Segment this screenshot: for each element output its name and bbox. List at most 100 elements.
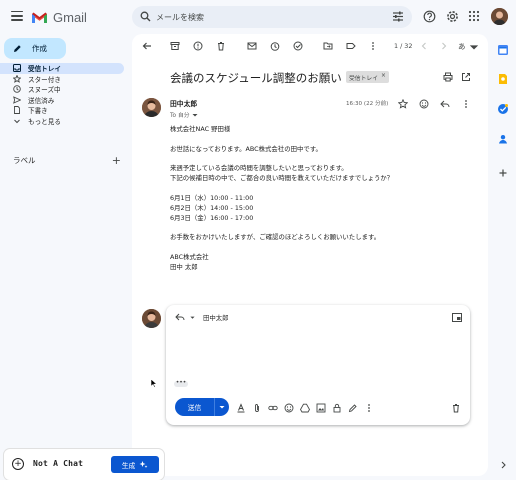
help-icon[interactable] xyxy=(423,10,436,23)
more-vert-icon[interactable] xyxy=(368,41,378,51)
search-bar[interactable]: メールを検索 xyxy=(132,6,412,28)
google-drive-icon[interactable] xyxy=(300,403,310,413)
show-side-panel-icon[interactable] xyxy=(500,461,507,469)
insert-photo-icon[interactable] xyxy=(316,403,326,413)
send-button-group[interactable]: 送信 xyxy=(175,398,229,416)
search-input[interactable]: メールを検索 xyxy=(156,12,204,23)
my-avatar xyxy=(142,309,161,328)
older-chevron-icon[interactable] xyxy=(439,41,449,51)
pencil-icon xyxy=(14,45,21,52)
compose-label: 作成 xyxy=(32,44,47,53)
insert-emoji-icon[interactable] xyxy=(284,403,294,413)
reply-compose-box[interactable]: 田中太郎 ••• 送信 xyxy=(166,305,470,425)
main-menu-icon[interactable] xyxy=(11,11,23,21)
nav-item-sent[interactable]: 送信済み xyxy=(0,95,126,106)
add-label-icon[interactable]: + xyxy=(112,155,121,166)
apps-grid-icon[interactable] xyxy=(468,10,480,22)
mouse-cursor-icon xyxy=(150,378,157,388)
input-tools-dropdown-icon[interactable] xyxy=(469,42,479,52)
not-a-chat-widget: + Not A Chat 生成 xyxy=(4,449,164,480)
account-avatar[interactable] xyxy=(491,8,508,25)
tag-label: 受信トレイ xyxy=(349,75,378,82)
message-pane: 1 / 32 あ 会議のスケジュール調整のお願い 受信トレイ × 田中太郎 To… xyxy=(132,34,488,476)
body-line: 田中 太郎 xyxy=(170,262,198,271)
nav-label: 送信済み xyxy=(28,96,55,105)
label-icon[interactable] xyxy=(346,41,356,51)
search-options-icon[interactable] xyxy=(392,11,404,22)
archive-icon[interactable] xyxy=(170,41,180,51)
contacts-app-icon[interactable] xyxy=(497,133,509,145)
calendar-app-icon[interactable] xyxy=(497,44,509,56)
nav-label: もっと見る xyxy=(28,117,61,126)
send-button[interactable]: 送信 xyxy=(175,402,214,412)
recipient-details[interactable]: To 自分 xyxy=(170,110,198,119)
delete-icon[interactable] xyxy=(216,41,226,51)
app-name: Gmail xyxy=(53,10,87,25)
move-to-icon[interactable] xyxy=(323,41,333,51)
body-line: お手数をおかけいたしますが、ご確認のほどよろしくお願いいたします。 xyxy=(170,233,381,241)
report-spam-icon[interactable] xyxy=(193,41,203,51)
body-line: 来週予定している会議の時間を調整したいと思っております。 xyxy=(170,164,348,172)
add-app-icon[interactable] xyxy=(497,167,509,179)
discard-draft-icon[interactable] xyxy=(451,403,461,413)
reply-icon[interactable] xyxy=(440,99,450,109)
search-icon[interactable] xyxy=(140,11,151,22)
mark-unread-icon[interactable] xyxy=(247,41,257,51)
clock-icon xyxy=(13,85,21,93)
emoji-reaction-icon[interactable] xyxy=(419,99,429,109)
more-options-icon[interactable] xyxy=(364,403,374,413)
reply-type-icon[interactable] xyxy=(175,312,185,322)
insert-link-icon[interactable] xyxy=(268,403,278,413)
nav-label: 下書き xyxy=(28,107,48,116)
add-icon[interactable]: + xyxy=(12,458,24,470)
back-arrow-icon[interactable] xyxy=(142,41,152,51)
generate-button[interactable]: 生成 xyxy=(111,456,159,473)
tasks-app-icon[interactable] xyxy=(497,103,509,115)
pop-out-reply-icon[interactable] xyxy=(452,313,462,322)
body-line: 下記の候補日時の中で、ご都合の良い時間を教えていただけますでしょうか？ xyxy=(170,174,394,182)
inbox-icon xyxy=(13,64,21,73)
message-time: 16:30 (22 分前) xyxy=(346,101,389,107)
reply-recipient[interactable]: 田中太郎 xyxy=(203,313,229,322)
input-tools-label[interactable]: あ xyxy=(458,41,466,52)
print-icon[interactable] xyxy=(443,72,453,82)
reply-recipient-row[interactable]: 田中太郎 xyxy=(175,312,229,322)
sender-name[interactable]: 田中太郎 xyxy=(170,98,197,108)
send-options-icon[interactable] xyxy=(215,404,229,410)
nav-label: スター付き xyxy=(28,75,61,84)
nav-label: スヌーズ中 xyxy=(28,86,61,95)
formatting-options-icon[interactable] xyxy=(236,403,246,413)
body-line: 6月2日（木）14:00 - 15:00 xyxy=(170,203,254,212)
draft-icon xyxy=(13,106,21,115)
chevron-down-icon[interactable] xyxy=(190,315,195,320)
nav-item-more[interactable]: もっと見る xyxy=(0,116,126,127)
body-line: 6月1日（水）10:00 - 11:00 xyxy=(170,193,254,202)
top-bar: Gmail メールを検索 xyxy=(0,0,516,36)
nav-item-starred[interactable]: スター付き xyxy=(0,74,126,85)
newer-chevron-icon[interactable] xyxy=(419,41,429,51)
send-icon xyxy=(13,95,21,104)
attach-file-icon[interactable] xyxy=(252,403,262,413)
show-trimmed-content-button[interactable]: ••• xyxy=(174,380,188,387)
compose-button[interactable]: 作成 xyxy=(4,38,66,59)
nav-item-inbox[interactable]: 受信トレイ xyxy=(0,63,124,74)
inbox-tag[interactable]: 受信トレイ × xyxy=(346,71,389,83)
snooze-icon[interactable] xyxy=(270,41,280,51)
open-new-window-icon[interactable] xyxy=(461,72,471,82)
remove-tag-icon[interactable]: × xyxy=(381,73,386,82)
chevron-down-icon xyxy=(192,113,198,116)
nav-label: 受信トレイ xyxy=(28,65,61,74)
nav-item-snoozed[interactable]: スヌーズ中 xyxy=(0,84,126,95)
gmail-logo[interactable]: Gmail xyxy=(31,10,87,25)
keep-app-icon[interactable] xyxy=(497,73,509,85)
sparkle-icon xyxy=(139,461,148,468)
labels-section: ラベル + xyxy=(13,155,121,166)
sender-avatar[interactable] xyxy=(142,98,161,117)
settings-gear-icon[interactable] xyxy=(446,10,459,23)
nav-item-drafts[interactable]: 下書き xyxy=(0,105,126,116)
add-task-icon[interactable] xyxy=(293,41,303,51)
signature-pen-icon[interactable] xyxy=(348,403,358,413)
more-vert-icon[interactable] xyxy=(461,99,471,109)
confidential-mode-icon[interactable] xyxy=(332,403,342,413)
star-icon[interactable] xyxy=(398,99,408,109)
